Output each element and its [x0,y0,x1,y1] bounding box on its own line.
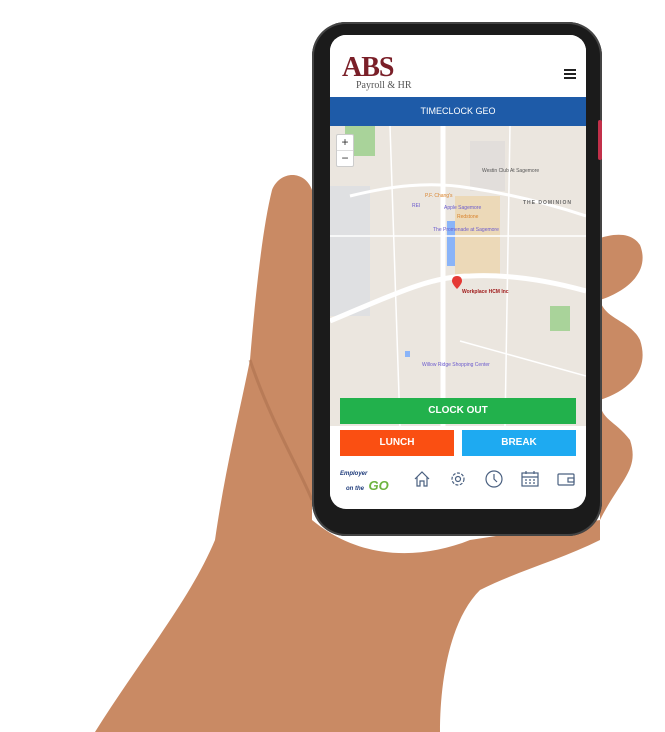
map-roads [330,126,586,426]
map-label: Apple Sagemore [444,205,482,211]
logo-text: ABS [342,52,394,83]
zoom-out-button[interactable]: − [337,150,353,166]
brand-line1: Employer [340,471,368,477]
wallet-icon[interactable] [556,469,576,489]
map-label: Workplace HCM Inc [462,289,509,295]
page-title: TIMECLOCK GEO [330,97,586,126]
logo-subtitle: Payroll & HR [356,80,412,91]
clock-out-button[interactable]: CLOCK OUT [340,398,576,424]
map-label: REI [412,203,421,209]
zoom-in-button[interactable]: + [337,135,353,150]
map-label: THE DOMINION [523,200,572,206]
map-label: Redstone [457,214,479,220]
map-view[interactable]: + − Westin Club At Sagemore P.F. Chang's… [330,126,586,426]
brand-line2: on the [346,486,364,492]
break-button[interactable]: BREAK [462,430,576,456]
employer-on-the-go-logo: Employer on the GO [340,471,389,495]
app-header: ABS Payroll & HR [330,35,586,97]
map-label: The Promenade at Sagemore [433,227,499,233]
calendar-icon[interactable] [520,469,540,489]
map-label: P.F. Chang's [425,193,453,199]
map-label: Willow Ridge Shopping Center [422,362,490,368]
lunch-button[interactable]: LUNCH [340,430,454,456]
abs-logo: ABS Payroll & HR [342,52,412,91]
app-screen: ABS Payroll & HR TIMECLOCK GEO + − Westi… [330,35,586,509]
gear-icon[interactable] [448,469,468,489]
bottom-nav: Employer on the GO [330,461,586,497]
brand-go: GO [368,478,389,493]
map-zoom-control: + − [336,134,354,167]
phone-side-button [598,120,602,160]
clock-icon[interactable] [484,469,504,489]
home-icon[interactable] [412,469,432,489]
map-label: Westin Club At Sagemore [482,168,540,174]
hamburger-menu-icon[interactable] [564,69,576,79]
